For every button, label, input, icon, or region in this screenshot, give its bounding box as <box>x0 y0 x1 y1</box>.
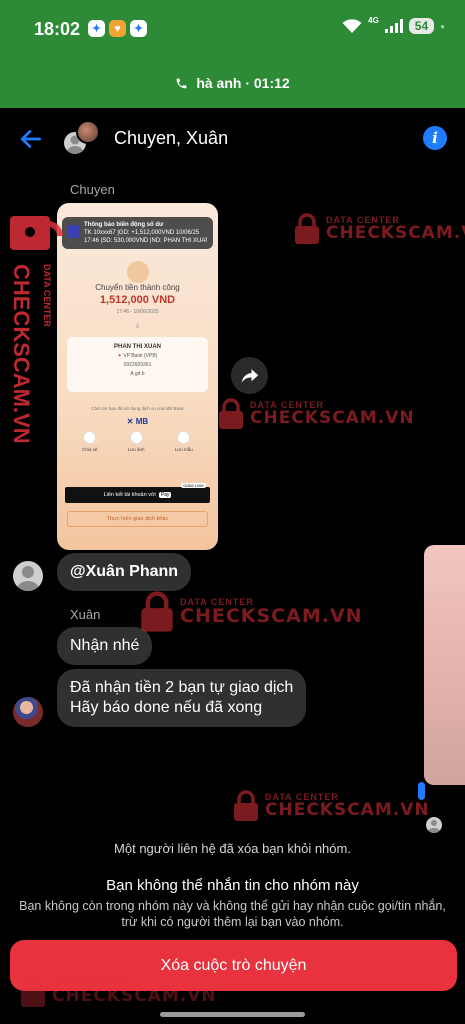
call-bar-text: hà anh · 01:12 <box>196 75 290 91</box>
avatar-xuan[interactable] <box>13 697 43 727</box>
template-small-icon <box>177 431 191 444</box>
status-time: 18:02 <box>34 19 81 39</box>
mb-logo: ✕ MB <box>126 417 149 426</box>
heart-app-icon: ♥ <box>109 20 126 37</box>
ongoing-call-bar[interactable]: hà anh · 01:12 <box>0 58 465 108</box>
chat-header: Chuyen, Xuân i <box>0 108 465 170</box>
apple-pay-badge: Pay <box>158 492 172 498</box>
notif-title: Thông báo biến động số dư <box>84 222 164 228</box>
watermark-4: DATA CENTER CHECKSCAM.VN <box>233 790 430 822</box>
delete-conversation-button[interactable]: Xóa cuộc trò chuyện <box>10 940 457 991</box>
mb-note: Cảm ơn bạn đã sử dụng dịch vụ của MB Ban… <box>91 406 184 411</box>
recipient-card: PHAN THI XUAN ✦ VP Bank (VPB) 0923929361… <box>67 337 208 392</box>
shared-receipt-image[interactable]: Thông báo biến động số dư TK 10xxx67 |GD… <box>57 203 218 550</box>
action-save-image: Lưu ảnh <box>128 431 144 465</box>
recipient-name: PHAN THI XUAN <box>113 344 161 350</box>
status-right: 4G 54 ● <box>342 15 445 34</box>
receipt-actions: Chia sẻ Lưu ảnh Lưu mẫu <box>67 431 208 465</box>
cannot-message-title: Bạn không thể nhắn tin cho nhóm này <box>106 877 359 894</box>
watermark-lock-icon <box>219 398 243 429</box>
system-note: Một người liên hệ đã xóa bạn khỏi nhóm. <box>114 841 351 856</box>
watermark-2: DATA CENTER CHECKSCAM.VN <box>218 398 415 430</box>
tx-date: 17:46 - 10/06/2025 <box>116 309 159 315</box>
other-transaction-button: Thực hiện giao dịch khác <box>67 511 208 527</box>
share-small-icon <box>83 431 97 444</box>
watermark-big: CHECKSCAM.VN <box>265 800 430 820</box>
notif-line2: 17:46 |SD: 530,000VND |ND: PHAN THI XUAN… <box>84 238 207 244</box>
messenger-icon: ✦ <box>88 20 105 37</box>
sender-name-xuan: Xuân <box>70 607 101 622</box>
watermark-big: CHECKSCAM.VN <box>326 223 465 243</box>
chat-title[interactable]: Chuyen, Xuân <box>114 128 228 149</box>
watermark-lock-icon <box>10 216 63 250</box>
notif-line1: TK 10xxx67 |GD: +1,512,000VND 10/06/25 <box>84 230 200 236</box>
watermark-big: CHECKSCAM.VN <box>250 408 415 428</box>
phone-icon <box>176 78 187 88</box>
avatar-chuyen[interactable] <box>13 561 43 591</box>
status-bar: 18:02 ✦ ♥ ✦ 4G 54 ● <box>0 0 465 58</box>
apple-pay-bar: Liên kết tài khoản với Pay GIẢM 100K <box>65 483 210 503</box>
watermark-big: CHECKSCAM.VN <box>180 605 363 627</box>
dot-icon: ● <box>440 21 445 31</box>
read-receipt-avatar <box>426 817 442 833</box>
status-app-icons: ✦ ♥ ✦ <box>88 20 147 37</box>
wifi-icon <box>342 19 362 33</box>
promo-tag: GIẢM 100K <box>181 483 206 488</box>
watermark-small: DATA CENTER <box>250 400 324 410</box>
reaction-indicator <box>418 782 425 800</box>
message-bubble-1[interactable]: Nhận nhé <box>57 627 153 665</box>
vpbank-logo-icon: ✦ <box>117 353 122 359</box>
tx-note: A gd b <box>130 371 145 377</box>
group-avatar[interactable] <box>62 120 102 160</box>
action-share: Chia sẻ <box>82 431 97 465</box>
network-type: 4G <box>368 15 379 25</box>
watermark-lock-icon <box>234 790 258 821</box>
action-save-template: Lưu mẫu <box>175 431 193 465</box>
message-mention[interactable]: @Xuân Phann <box>57 553 192 591</box>
notification-banner: Thông báo biến động số dư TK 10xxx67 |GD… <box>62 217 213 249</box>
watermark-3: DATA CENTER CHECKSCAM.VN <box>140 591 363 633</box>
recipient-bank: ✦ VP Bank (VPB) <box>67 352 208 361</box>
back-arrow-icon[interactable] <box>18 126 44 152</box>
watermark-vertical: DATA CENTER CHECKSCAM.VN <box>8 204 78 484</box>
success-icon <box>127 261 149 283</box>
apple-pay-text: Liên kết tài khoản với <box>103 492 156 498</box>
messenger-icon-2: ✦ <box>130 20 147 37</box>
watermark-lock-icon <box>141 591 173 632</box>
watermark-1: DATA CENTERCHECKSCAM.VN <box>294 213 465 245</box>
tx-amount: 1,512,000 VND <box>99 294 176 306</box>
partial-image-thumbnail[interactable] <box>424 545 465 785</box>
watermark-vertical-big: CHECKSCAM.VN <box>9 264 34 444</box>
watermark-small: DATA CENTER <box>180 597 254 607</box>
recipient-account: 0923929361 <box>123 362 152 368</box>
info-icon[interactable]: i <box>423 126 447 150</box>
home-indicator <box>160 1012 305 1017</box>
signal-icon <box>384 19 403 33</box>
recipient-bank-label: VP Bank (VPB) <box>123 353 158 359</box>
sender-name-chuyen: Chuyen <box>70 182 115 197</box>
watermark-lock-icon <box>295 213 319 244</box>
message-bubble-2[interactable]: Đã nhận tiền 2 bạn tự giao dịch Hãy báo … <box>57 669 307 727</box>
avatar-photo <box>76 120 100 144</box>
watermark-small: DATA CENTER <box>265 792 339 802</box>
share-forward-icon[interactable] <box>231 357 268 394</box>
image-small-icon <box>129 431 143 444</box>
tx-title: Chuyển tiền thành công <box>95 283 180 292</box>
watermark-vertical-small: DATA CENTER <box>42 264 52 327</box>
arrow-down-icon: ⇩ <box>135 324 141 330</box>
battery-level: 54 <box>408 18 435 34</box>
watermark-small: DATA CENTER <box>326 215 400 225</box>
cannot-message-description: Bạn không còn trong nhóm này và không th… <box>19 899 446 929</box>
